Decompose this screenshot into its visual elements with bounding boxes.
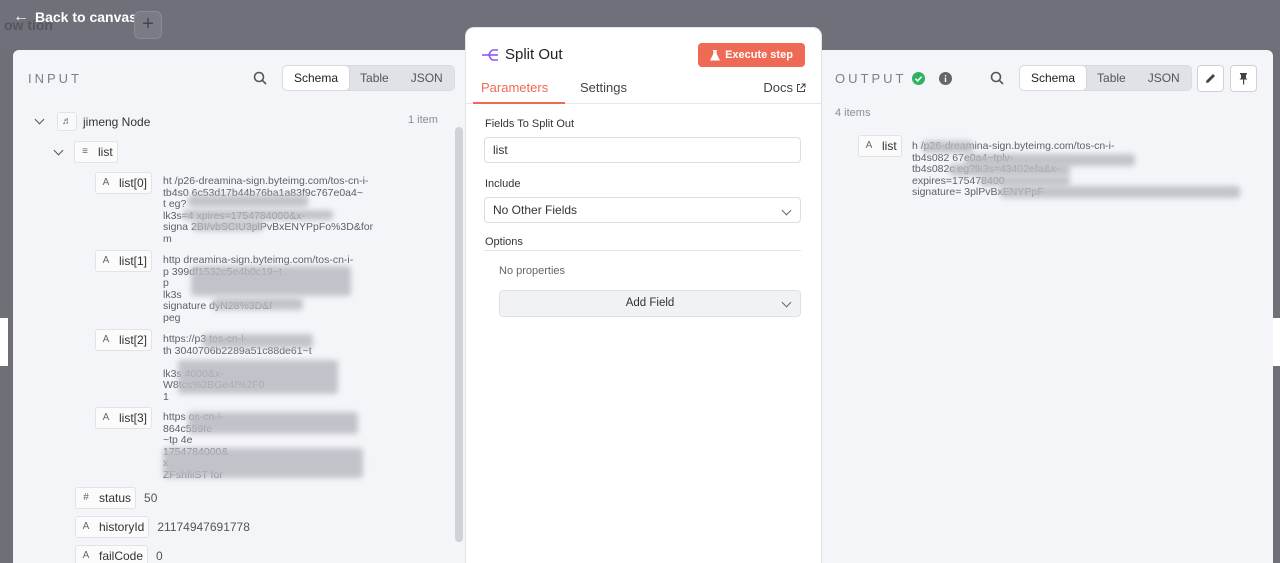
- modal-title: Split Out: [505, 46, 563, 63]
- tab-schema[interactable]: Schema: [1020, 66, 1087, 90]
- list-key: ≡ list: [74, 141, 118, 163]
- redaction: [178, 360, 338, 394]
- tab-parameters[interactable]: Parameters: [481, 80, 548, 95]
- execute-step-button[interactable]: Execute step: [698, 43, 805, 67]
- add-field-label: Add Field: [625, 297, 675, 309]
- list-item-key: Alist[3]: [95, 407, 153, 429]
- info-icon[interactable]: [939, 72, 953, 85]
- search-icon[interactable]: [253, 71, 267, 85]
- chevron-down-icon: [781, 205, 792, 216]
- input-view-tabs: Schema Table JSON: [282, 65, 455, 91]
- input-panel: INPUT Schema Table JSON ♬ jimeng Node 1 …: [13, 50, 466, 563]
- tab-json[interactable]: JSON: [1137, 66, 1191, 90]
- output-view-tabs: Schema Table JSON: [1019, 65, 1192, 91]
- include-select[interactable]: No Other Fields: [484, 197, 801, 223]
- tab-settings[interactable]: Settings: [580, 80, 627, 95]
- tab-json[interactable]: JSON: [400, 66, 454, 90]
- chevron-down-icon[interactable]: [34, 114, 45, 125]
- modal-tabs: Parameters Settings Docs: [466, 80, 821, 104]
- back-to-canvas-link[interactable]: ← Back to canvas: [13, 8, 137, 26]
- array-type-icon: ≡: [82, 145, 88, 157]
- redaction: [213, 298, 303, 310]
- list-item-key: Alist[0]: [95, 172, 153, 194]
- input-scrollbar[interactable]: [455, 127, 463, 542]
- list-item: Alist[1]: [95, 250, 153, 272]
- list-item-key: Alist[2]: [95, 329, 153, 351]
- redaction: [950, 164, 1070, 176]
- arrow-left-icon: ←: [13, 8, 29, 25]
- list-item-key: Alist[1]: [95, 250, 153, 272]
- redaction: [203, 334, 313, 348]
- list-item: Alist[0]: [95, 172, 153, 194]
- include-select-value: No Other Fields: [493, 203, 578, 217]
- fields-to-split-label: Fields To Split Out: [485, 118, 575, 130]
- node-name: jimeng Node: [83, 114, 151, 129]
- options-divider: [484, 250, 801, 251]
- include-label: Include: [485, 178, 521, 190]
- edit-output-button[interactable]: [1197, 65, 1224, 92]
- pin-icon: [1239, 73, 1248, 85]
- chevron-down-icon[interactable]: [53, 145, 64, 155]
- list-item: Alist[3]: [95, 407, 153, 429]
- add-field-button[interactable]: Add Field: [499, 290, 801, 317]
- field-failcode: AfailCode 0: [75, 545, 163, 563]
- success-check-icon: [912, 72, 926, 85]
- pencil-icon: [1206, 74, 1215, 83]
- tab-table[interactable]: Table: [1086, 66, 1137, 90]
- list-row[interactable]: ≡ list: [53, 141, 118, 163]
- output-item-count: 4 items: [835, 107, 871, 119]
- node-row[interactable]: ♬ jimeng Node: [34, 112, 151, 131]
- redaction: [1000, 186, 1240, 198]
- chevron-down-icon: [781, 297, 792, 308]
- active-tab-underline: [473, 102, 565, 104]
- node-icon: ♬: [57, 112, 77, 131]
- list-item: Alist[2]: [95, 329, 153, 351]
- output-panel-title: OUTPUT: [835, 71, 907, 86]
- right-edge-handle[interactable]: [1272, 318, 1280, 366]
- redaction: [188, 195, 308, 207]
- output-header: OUTPUT: [835, 71, 953, 86]
- tab-table[interactable]: Table: [349, 66, 400, 90]
- docs-label: Docs: [763, 80, 793, 95]
- pin-output-button[interactable]: [1230, 65, 1257, 92]
- input-item-count: 1 item: [408, 114, 438, 126]
- docs-link[interactable]: Docs: [763, 80, 806, 95]
- options-label: Options: [485, 236, 523, 248]
- list-key-label: list: [98, 145, 113, 159]
- output-list-item: Alist: [858, 135, 902, 157]
- redaction: [183, 210, 333, 220]
- redaction: [188, 412, 358, 434]
- redaction: [163, 448, 363, 478]
- redaction: [923, 141, 973, 153]
- execute-step-label: Execute step: [725, 49, 793, 61]
- field-status: # status 50: [75, 487, 157, 509]
- no-properties-text: No properties: [499, 265, 566, 277]
- tab-schema[interactable]: Schema: [283, 66, 350, 90]
- output-panel: OUTPUT Schema Table JSON 4 items Alist h…: [820, 50, 1273, 563]
- split-out-icon: [482, 49, 498, 61]
- input-panel-title: INPUT: [28, 71, 82, 86]
- external-link-icon: [797, 83, 806, 92]
- field-historyid: AhistoryId 21174947691778: [75, 516, 250, 538]
- fields-to-split-input[interactable]: list: [484, 137, 801, 163]
- left-edge-handle[interactable]: [0, 318, 8, 366]
- add-node-button[interactable]: +: [134, 11, 162, 39]
- redaction: [980, 176, 1070, 186]
- search-icon[interactable]: [990, 71, 1004, 85]
- node-settings-modal: Split Out Execute step Parameters Settin…: [466, 28, 821, 563]
- flask-icon: [710, 49, 721, 60]
- redaction: [191, 266, 351, 296]
- back-to-canvas-label: Back to canvas: [35, 9, 137, 25]
- redaction: [193, 221, 263, 231]
- output-list-key: Alist: [858, 135, 902, 157]
